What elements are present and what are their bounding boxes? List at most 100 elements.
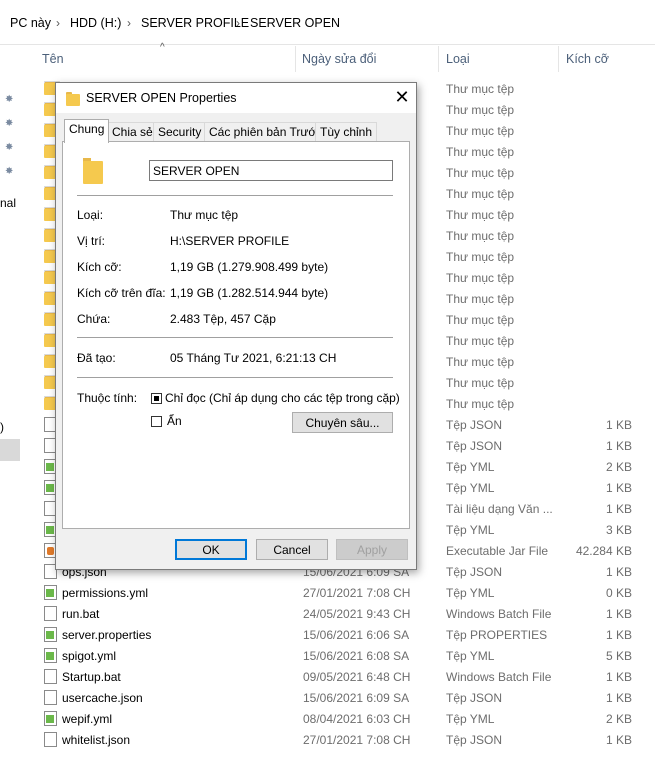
file-size: 5 KB <box>605 649 632 663</box>
separator <box>77 195 393 196</box>
breadcrumb-server-profile[interactable]: SERVER PROFILE <box>141 16 249 30</box>
column-divider[interactable] <box>558 46 559 72</box>
file-date: 08/04/2021 6:03 CH <box>303 712 411 726</box>
file-row[interactable]: Startup.bat 09/05/2021 6:48 CH Windows Bat… <box>40 666 640 687</box>
chevron-right-icon: › <box>56 16 60 30</box>
file-type: Tệp JSON <box>446 418 503 432</box>
dialog-title: SERVER OPEN Properties <box>86 91 237 105</box>
file-size: 3 KB <box>605 523 632 537</box>
nav-selected-item[interactable] <box>0 439 20 461</box>
apply-button[interactable]: Apply <box>336 539 408 560</box>
column-header-type[interactable]: Loại <box>446 52 470 66</box>
attributes-label: Thuộc tính: <box>77 391 138 405</box>
column-divider[interactable] <box>438 46 439 72</box>
file-name: usercache.json <box>62 691 143 705</box>
pin-icon[interactable]: ✸ <box>5 118 17 130</box>
file-row[interactable]: usercache.json 15/06/2021 6:09 SA Tệp JSON… <box>40 687 640 708</box>
close-icon[interactable]: ✕ <box>392 87 412 107</box>
file-type: Thư mục tệp <box>446 355 515 369</box>
file-type: Thư mục tệp <box>446 145 515 159</box>
readonly-label[interactable]: Chỉ đọc (Chỉ áp dụng cho các tệp trong c… <box>165 391 400 405</box>
file-type: Tệp JSON <box>446 565 503 579</box>
file-row[interactable]: whitelist.json 27/01/2021 7:08 CH Tệp JSON… <box>40 729 640 750</box>
file-type: Executable Jar File <box>446 544 549 558</box>
nav-item-fragment[interactable]: ) <box>0 420 4 434</box>
file-icon <box>44 732 57 747</box>
disk-size-label: Kích cỡ trên đĩa: <box>77 286 166 300</box>
file-icon <box>44 606 57 621</box>
ok-button[interactable]: OK <box>175 539 247 560</box>
chevron-right-icon: › <box>127 16 131 30</box>
contains-label: Chứa: <box>77 312 111 326</box>
separator <box>77 337 393 338</box>
breadcrumb-server-open[interactable]: SERVER OPEN <box>250 16 340 30</box>
file-type: Thư mục tệp <box>446 397 515 411</box>
location-value: H:\SERVER PROFILE <box>170 234 290 248</box>
tab-customize[interactable]: Tùy chỉnh <box>315 122 378 142</box>
file-size: 2 KB <box>605 460 632 474</box>
file-date: 15/06/2021 6:06 SA <box>303 628 410 642</box>
file-type: Tệp YML <box>446 460 495 474</box>
nav-item-fragment[interactable]: nal <box>0 196 16 210</box>
chevron-right-icon: › <box>236 16 240 30</box>
file-type: Thư mục tệp <box>446 103 515 117</box>
file-type: Thư mục tệp <box>446 187 515 201</box>
file-row[interactable]: server.properties 15/06/2021 6:06 SA Tệp P… <box>40 624 640 645</box>
disk-size-value: 1,19 GB (1.282.514.944 byte) <box>170 286 329 300</box>
tab-previous-versions[interactable]: Các phiên bản Trước <box>204 122 328 142</box>
file-type: Thư mục tệp <box>446 208 515 222</box>
column-divider[interactable] <box>295 46 296 72</box>
pin-icon[interactable]: ✸ <box>5 142 17 154</box>
contains-value: 2.483 Tệp, 457 Cặp <box>170 312 276 326</box>
advanced-button[interactable]: Chuyên sâu... <box>292 412 393 433</box>
type-value: Thư mục tệp <box>170 208 239 222</box>
hidden-checkbox[interactable] <box>151 416 162 427</box>
file-name: wepif.yml <box>62 712 113 726</box>
cancel-button[interactable]: Cancel <box>256 539 328 560</box>
column-header-size[interactable]: Kích cỡ <box>566 52 609 66</box>
file-type: Tệp YML <box>446 523 495 537</box>
config-file-icon <box>44 711 57 726</box>
file-type: Thư mục tệp <box>446 376 515 390</box>
file-name: run.bat <box>62 607 100 621</box>
file-row[interactable]: permissions.yml 27/01/2021 7:08 CH Tệp YML… <box>40 582 640 603</box>
file-icon <box>44 669 57 684</box>
folder-icon <box>83 158 103 184</box>
column-header-date[interactable]: Ngày sửa đổi <box>302 52 376 66</box>
file-type: Thư mục tệp <box>446 124 515 138</box>
pin-icon[interactable]: ✸ <box>5 166 17 178</box>
file-type: Thư mục tệp <box>446 229 515 243</box>
tab-security[interactable]: Security <box>153 122 207 142</box>
pin-icon[interactable]: ✸ <box>5 94 17 106</box>
column-header-name[interactable]: Tên <box>42 52 64 66</box>
folder-name-input[interactable]: SERVER OPEN <box>149 160 393 181</box>
file-row[interactable]: wepif.yml 08/04/2021 6:03 CH Tệp YML 2 KB <box>40 708 640 729</box>
file-size: 1 KB <box>605 691 632 705</box>
hidden-label[interactable]: Ẩn <box>167 414 182 428</box>
breadcrumb-drive[interactable]: HDD (H:) <box>70 16 121 30</box>
config-file-icon <box>44 585 57 600</box>
file-type: Thư mục tệp <box>446 313 515 327</box>
size-label: Kích cỡ: <box>77 260 122 274</box>
file-name: whitelist.json <box>62 733 131 747</box>
file-date: 27/01/2021 7:08 CH <box>303 733 411 747</box>
readonly-checkbox[interactable] <box>151 393 162 404</box>
address-bar[interactable]: PC này › HDD (H:) › SERVER PROFILE › SER… <box>0 0 655 45</box>
file-row[interactable]: run.bat 24/05/2021 9:43 CH Windows Batch F… <box>40 603 640 624</box>
dialog-title-bar[interactable]: SERVER OPEN Properties ✕ <box>56 83 416 113</box>
tab-general[interactable]: Chung <box>64 119 110 143</box>
file-date: 09/05/2021 6:48 CH <box>303 670 411 684</box>
breadcrumb-pc[interactable]: PC này <box>10 16 51 30</box>
file-size: 42.284 KB <box>575 544 632 558</box>
file-size: 1 KB <box>605 733 632 747</box>
file-size: 1 KB <box>605 628 632 642</box>
file-row[interactable]: spigot.yml 15/06/2021 6:08 SA Tệp YML 5 KB <box>40 645 640 666</box>
file-type: Thư mục tệp <box>446 166 515 180</box>
folder-icon <box>66 92 80 106</box>
tab-sharing[interactable]: Chia sẻ <box>107 122 158 142</box>
config-file-icon <box>44 627 57 642</box>
file-date: 24/05/2021 9:43 CH <box>303 607 411 621</box>
file-date: 15/06/2021 6:08 SA <box>303 649 410 663</box>
created-label: Đã tạo: <box>77 351 116 365</box>
size-value: 1,19 GB (1.279.908.499 byte) <box>170 260 329 274</box>
